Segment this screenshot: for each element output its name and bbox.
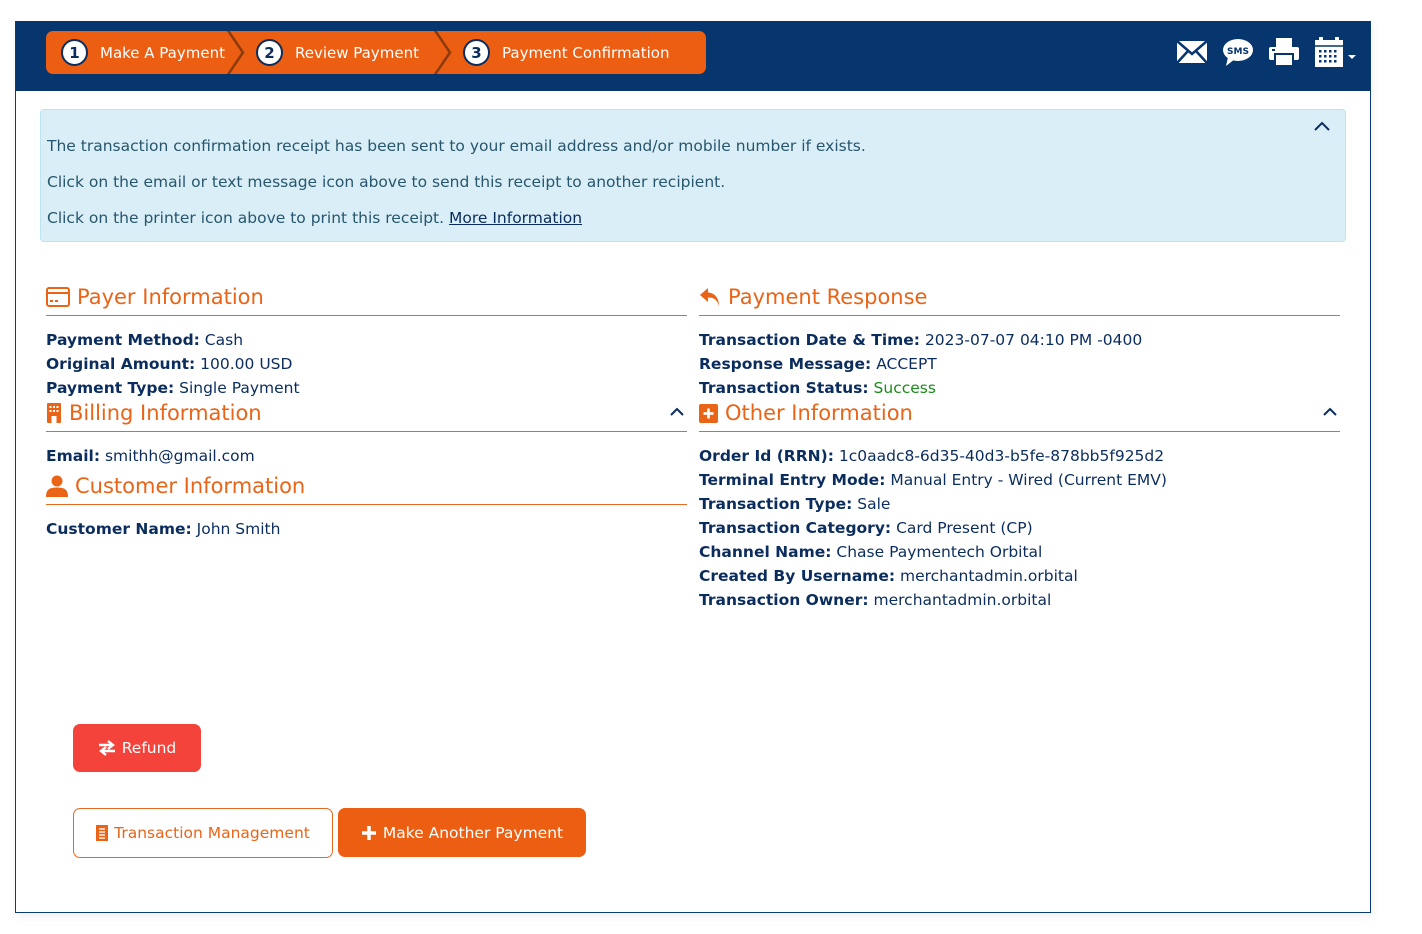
field-original-amount: Original Amount: 100.00 USD: [46, 355, 293, 373]
other-fields: Order Id (RRN): 1c0aadc8-6d35-40d3-b5fe-…: [699, 444, 1340, 612]
field-transaction-type: Transaction Type: Sale: [699, 495, 891, 513]
field-email: Email: smithh@gmail.com: [46, 447, 255, 465]
building-icon: [47, 403, 61, 423]
plus-icon: [361, 825, 376, 840]
response-fields: Transaction Date & Time: 2023-07-07 04:1…: [699, 328, 1340, 400]
step-number: 3: [463, 39, 490, 66]
section-title: Payment Response: [728, 285, 928, 309]
step-label: Review Payment: [295, 43, 419, 62]
step-number: 2: [256, 39, 283, 66]
refund-button[interactable]: Refund: [73, 724, 201, 772]
section-title: Customer Information: [75, 474, 306, 498]
section-title: Payer Information: [77, 285, 264, 309]
step-number: 1: [61, 39, 88, 66]
credit-card-icon: [46, 287, 70, 307]
plus-square-icon: [699, 403, 718, 423]
field-terminal-entry-mode: Terminal Entry Mode: Manual Entry - Wire…: [699, 471, 1167, 489]
customer-information-header: Customer Information: [46, 468, 687, 505]
receipt-actions: SMS: [1176, 36, 1358, 68]
alert-line-print: Click on the printer icon above to print…: [47, 208, 1339, 228]
receipt-info-alert: The transaction confirmation receipt has…: [40, 109, 1346, 242]
step-make-payment[interactable]: 1 Make A Payment: [46, 31, 245, 74]
right-column: Payment Response Transaction Date & Time…: [699, 279, 1340, 612]
alert-print-text: Click on the printer icon above to print…: [47, 209, 449, 227]
field-channel-name: Channel Name: Chase Paymentech Orbital: [699, 543, 1043, 561]
envelope-icon[interactable]: [1176, 39, 1208, 65]
step-payment-confirmation[interactable]: 3 Payment Confirmation: [448, 31, 706, 74]
payer-fields: Payment Method: Cash Original Amount: 10…: [46, 328, 687, 400]
exchange-icon: [98, 740, 115, 756]
top-bar: 1 Make A Payment 2 Review Payment 3 Paym…: [16, 21, 1370, 91]
chevron-up-icon[interactable]: [1322, 403, 1338, 421]
billing-information-header: Billing Information: [46, 395, 687, 432]
refund-label: Refund: [121, 739, 177, 757]
payment-response-header: Payment Response: [699, 279, 1340, 316]
field-payment-method: Payment Method: Cash: [46, 331, 244, 349]
svg-text:SMS: SMS: [1227, 47, 1249, 57]
printer-icon[interactable]: [1268, 37, 1300, 67]
field-order-id: Order Id (RRN): 1c0aadc8-6d35-40d3-b5fe-…: [699, 447, 1165, 465]
left-column: Payer Information Payment Method: Cash O…: [46, 279, 687, 541]
calendar-icon[interactable]: [1314, 36, 1358, 68]
payment-confirmation-panel: 1 Make A Payment 2 Review Payment 3 Paym…: [15, 21, 1371, 913]
step-review-payment[interactable]: 2 Review Payment: [241, 31, 452, 74]
step-label: Payment Confirmation: [502, 43, 670, 62]
transaction-management-button[interactable]: Transaction Management: [73, 808, 333, 858]
other-information-header: Other Information: [699, 395, 1340, 432]
field-transaction-owner: Transaction Owner: merchantadmin.orbital: [699, 591, 1052, 609]
payment-steps: 1 Make A Payment 2 Review Payment 3 Paym…: [46, 31, 706, 74]
receipt-icon: [96, 825, 109, 841]
section-title: Other Information: [725, 401, 913, 425]
transaction-management-label: Transaction Management: [114, 824, 310, 842]
field-created-by: Created By Username: merchantadmin.orbit…: [699, 567, 1078, 585]
sms-icon[interactable]: SMS: [1222, 37, 1254, 67]
user-icon: [46, 475, 68, 497]
field-customer-name: Customer Name: John Smith: [46, 520, 281, 538]
make-another-payment-button[interactable]: Make Another Payment: [338, 808, 586, 857]
more-information-link[interactable]: More Information: [449, 209, 582, 227]
alert-line-send-another: Click on the email or text message icon …: [47, 173, 726, 191]
alert-line-email-sent: The transaction confirmation receipt has…: [47, 137, 866, 155]
field-response-message: Response Message: ACCEPT: [699, 355, 937, 373]
make-another-payment-label: Make Another Payment: [382, 823, 564, 842]
reply-icon: [700, 288, 719, 306]
payer-information-header: Payer Information: [46, 279, 687, 316]
chevron-up-icon[interactable]: [669, 403, 685, 421]
section-title: Billing Information: [69, 401, 262, 425]
field-transaction-category: Transaction Category: Card Present (CP): [699, 519, 1033, 537]
step-label: Make A Payment: [100, 43, 225, 62]
field-transaction-datetime: Transaction Date & Time: 2023-07-07 04:1…: [699, 331, 1143, 349]
chevron-up-icon[interactable]: [1313, 118, 1331, 136]
